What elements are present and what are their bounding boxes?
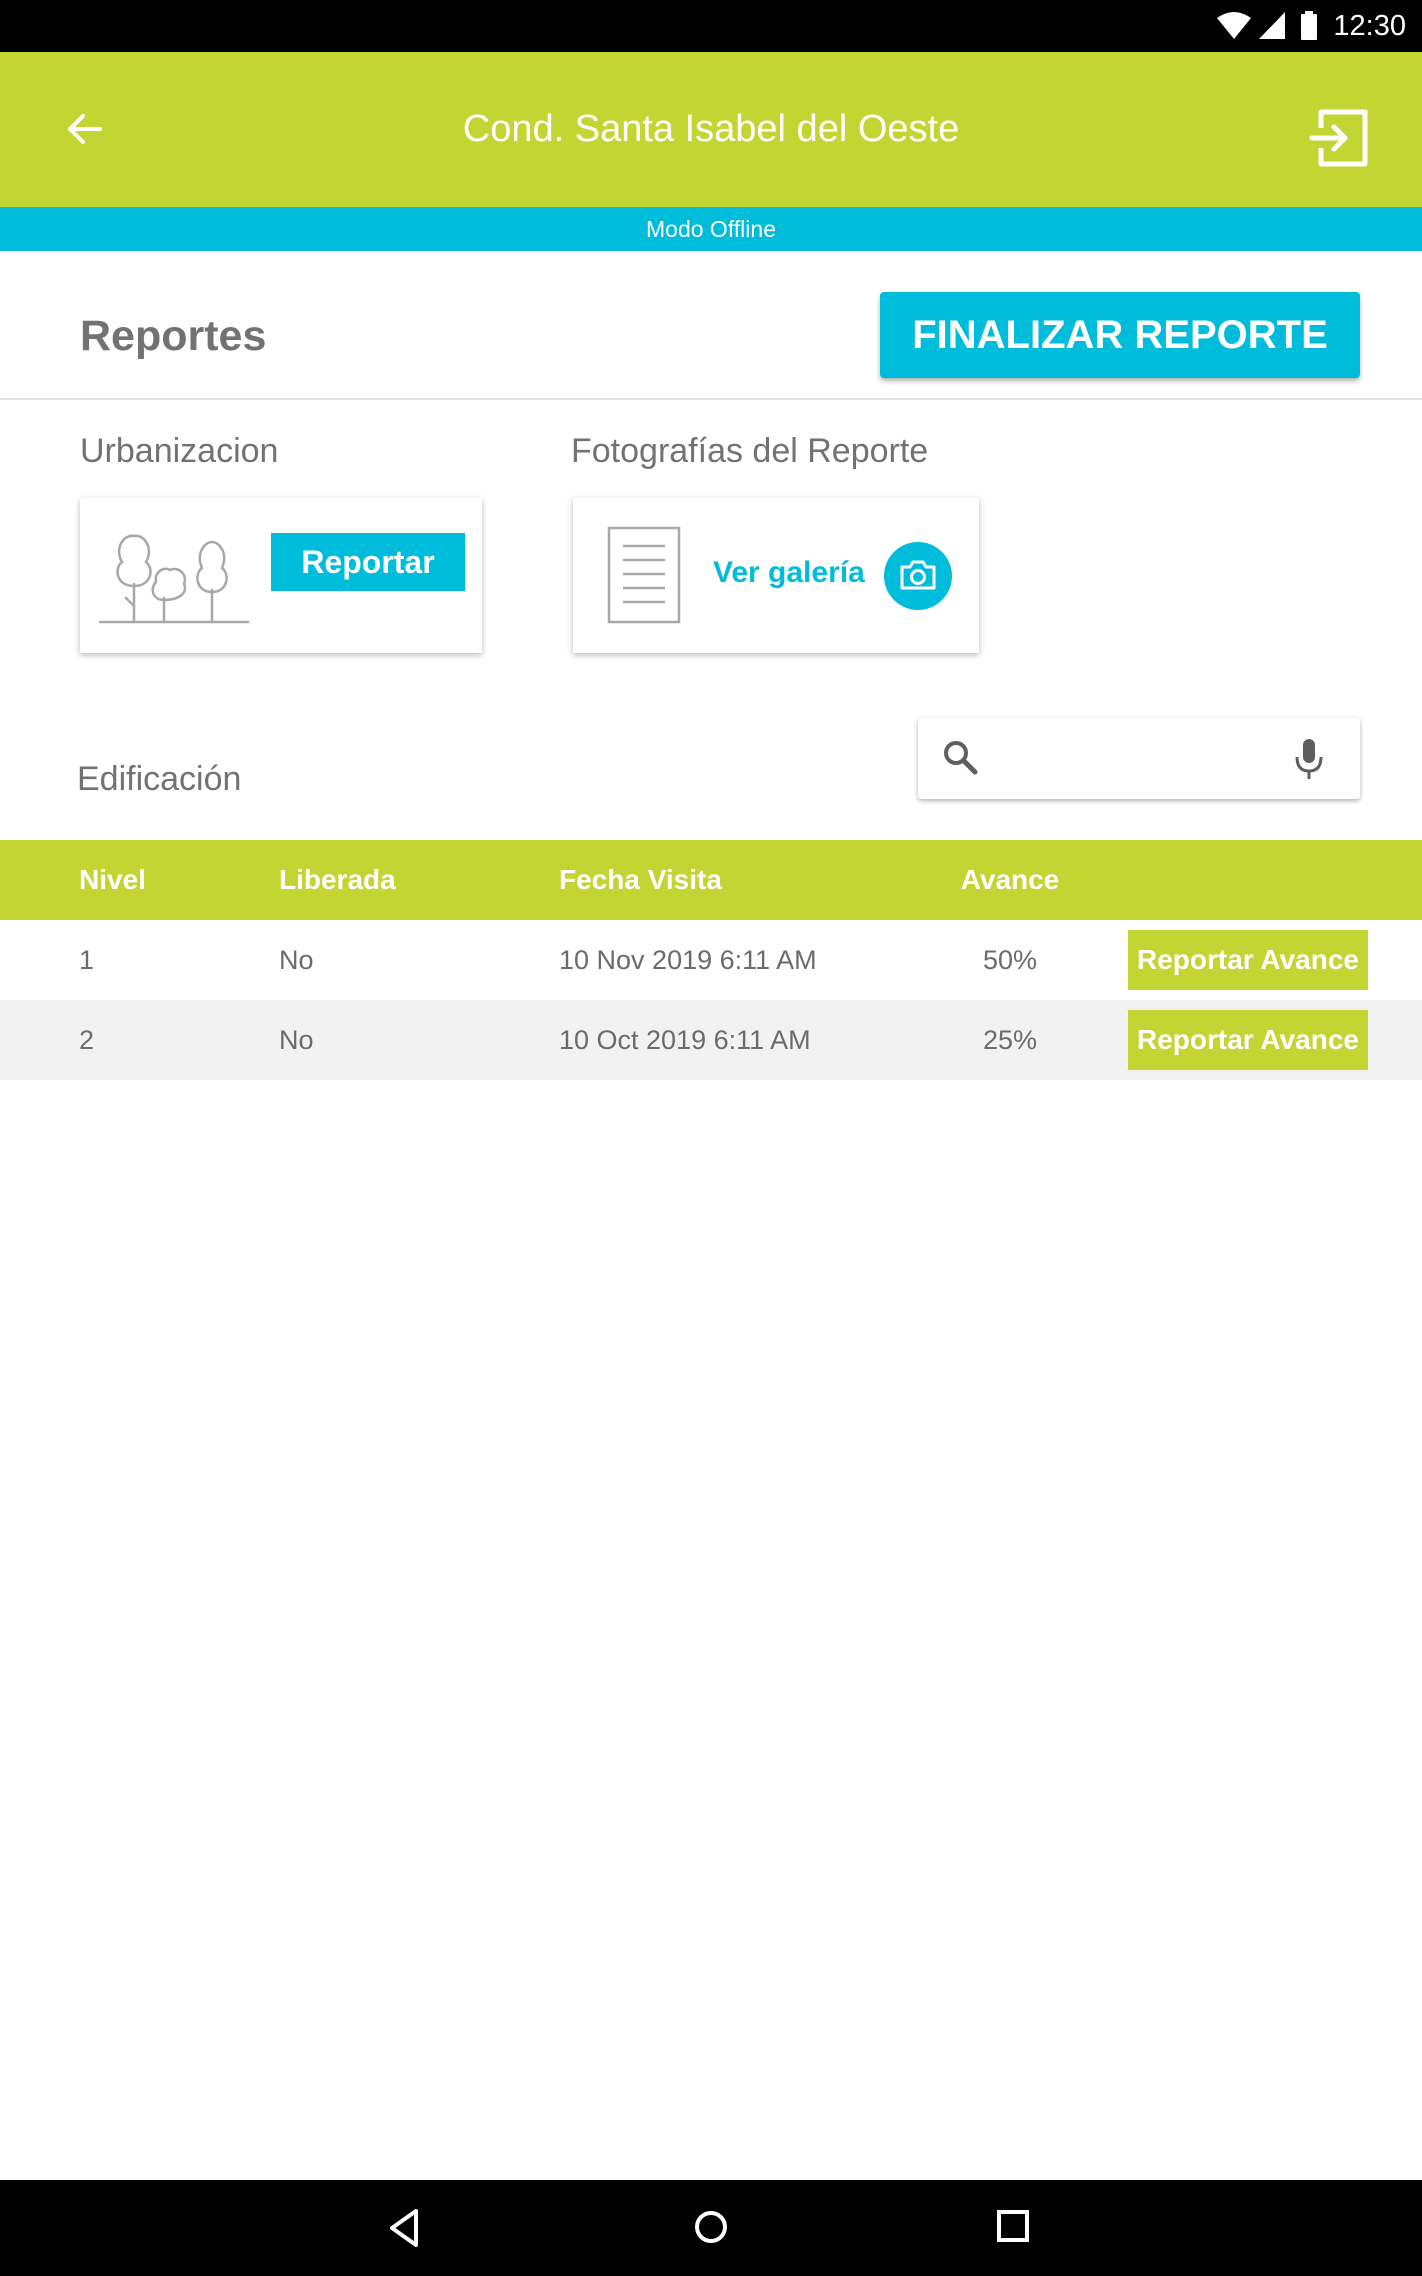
column-header-fecha-visita: Fecha Visita (559, 864, 722, 895)
reportar-button[interactable]: Reportar (271, 533, 465, 591)
finalizar-reporte-button[interactable]: FINALIZAR REPORTE (880, 292, 1360, 378)
cell-liberada: No (279, 945, 314, 975)
cell-fecha-visita: 10 Oct 2019 6:11 AM (559, 1025, 811, 1055)
battery-icon (1301, 11, 1317, 40)
camera-icon (900, 560, 936, 590)
cell-avance: 25% (982, 1025, 1038, 1055)
document-icon (607, 526, 681, 624)
microphone-icon[interactable] (1293, 737, 1325, 781)
exit-icon (1309, 109, 1368, 167)
column-header-avance: Avance (960, 864, 1060, 895)
reportes-title: Reportes (80, 312, 267, 360)
camera-button[interactable] (884, 542, 952, 610)
cell-liberada: No (279, 1025, 314, 1055)
nav-back-icon[interactable] (384, 2206, 424, 2250)
cell-avance: 50% (982, 945, 1038, 975)
ver-galeria-link[interactable]: Ver galería (713, 556, 865, 590)
back-arrow-icon (68, 114, 102, 144)
reportar-avance-button[interactable]: Reportar Avance (1128, 1010, 1368, 1070)
fotografias-label: Fotografías del Reporte (571, 432, 929, 470)
signal-icon (1259, 12, 1285, 39)
nav-recents-icon[interactable] (995, 2208, 1033, 2246)
urbanizacion-label: Urbanizacion (80, 432, 279, 470)
column-header-liberada: Liberada (279, 864, 396, 895)
back-button[interactable] (50, 95, 120, 165)
status-time: 12:30 (1333, 10, 1406, 42)
wifi-icon (1217, 12, 1251, 39)
column-header-nivel: Nivel (79, 864, 146, 895)
exit-button[interactable] (1300, 100, 1390, 180)
trees-icon (98, 534, 250, 624)
app-title: Cond. Santa Isabel del Oeste (462, 108, 960, 150)
nav-home-icon[interactable] (691, 2207, 731, 2247)
cell-nivel: 2 (79, 1025, 95, 1055)
search-icon (944, 741, 978, 775)
reportar-avance-button[interactable]: Reportar Avance (1128, 930, 1368, 990)
status-bar (0, 0, 1422, 52)
offline-banner: Modo Offline (0, 207, 1422, 251)
search-input[interactable] (996, 730, 1290, 790)
cell-nivel: 1 (79, 945, 95, 975)
cell-fecha-visita: 10 Nov 2019 6:11 AM (559, 945, 817, 975)
edificacion-label: Edificación (77, 760, 242, 798)
divider (0, 398, 1422, 400)
